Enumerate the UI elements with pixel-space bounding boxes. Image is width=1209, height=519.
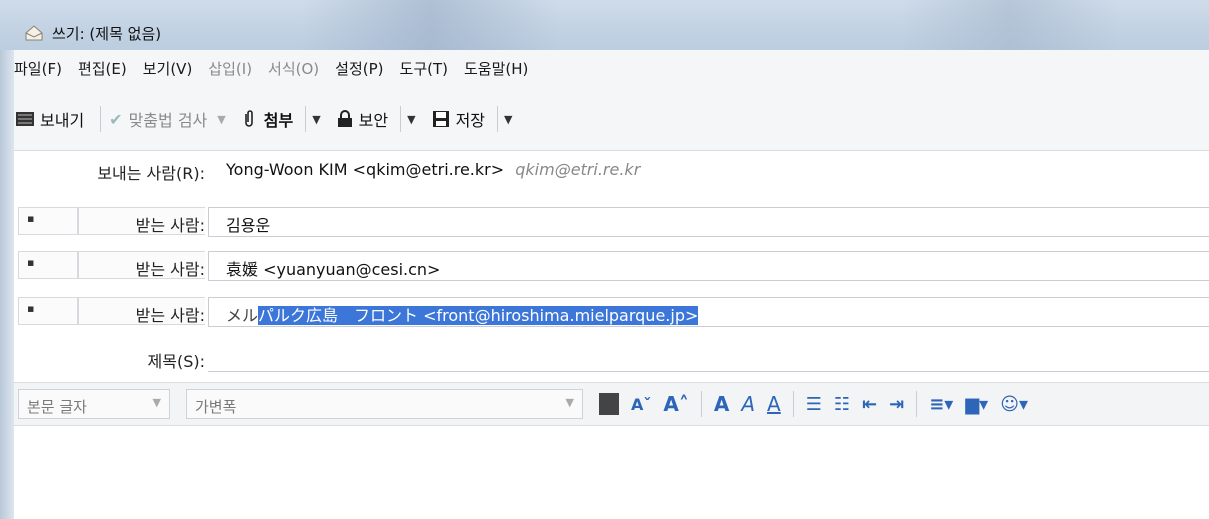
compose-icon — [25, 25, 43, 41]
menu-file[interactable]: 파일(F) — [14, 58, 62, 84]
subject-row: 제목(S): — [14, 340, 1209, 374]
paperclip-icon — [244, 110, 253, 127]
checkmark-icon: ✔ — [109, 109, 123, 129]
window-title: 쓰기: (제목 없음) — [52, 25, 162, 43]
menu-help[interactable]: 도움말(H) — [464, 58, 528, 84]
from-field[interactable]: Yong-Woon KIM <qkim@etri.re.kr> qkim@etr… — [226, 160, 640, 179]
security-button[interactable]: 보안 — [337, 107, 388, 131]
indent-icon[interactable]: ⇥ — [889, 394, 904, 415]
font-select[interactable]: 가변폭 ▼ — [186, 389, 583, 419]
recipient-type-dropdown[interactable]: ▪ — [18, 207, 78, 235]
send-icon — [16, 112, 34, 126]
bullet-list-icon[interactable]: ☰ — [806, 394, 822, 415]
menu-format[interactable]: 서식(O) — [268, 58, 319, 84]
spellcheck-label: 맞춤법 검사 — [128, 111, 208, 130]
selected-text: パルク広島 フロント <front@hiroshima.mielparque.j… — [258, 306, 699, 325]
save-dropdown-icon[interactable]: ▼ — [504, 113, 512, 126]
format-icons: Aˇ A˄ A A A ☰ ☷ ⇤ ⇥ ≡▾ ▆▾ ☺▾ — [599, 389, 1040, 419]
message-body[interactable] — [14, 426, 1209, 519]
menu-toolbar-area: 파일(F) 편집(E) 보기(V) 삽입(I) 서식(O) 설정(P) 도구(T… — [14, 50, 1209, 151]
to-label: 받는 사람: — [135, 260, 205, 279]
attach-dropdown-icon[interactable]: ▼ — [312, 113, 320, 126]
recipient-type-dropdown[interactable]: ▪ — [18, 297, 78, 325]
format-toolbar: 본문 글자 ▼ 가변폭 ▼ Aˇ A˄ A A A ☰ ☷ ⇤ ⇥ ≡▾ ▆▾ … — [14, 382, 1209, 426]
title-bar: 쓰기: (제목 없음) — [0, 0, 1209, 50]
font-smaller-icon[interactable]: Aˇ — [631, 395, 651, 414]
text-color-icon[interactable] — [599, 393, 619, 415]
paragraph-format-select[interactable]: 본문 글자 ▼ — [18, 389, 170, 419]
toolbar: 보내기 ✔ 맞춤법 검사 ▼ 첨부 ▼ 보안 ▼ 저장 ▼ — [14, 102, 519, 136]
bullet-icon: ▪ — [27, 212, 35, 225]
to-value-3: メルパルク広島 フロント <front@hiroshima.mielparque… — [226, 302, 699, 326]
to-field-1[interactable] — [208, 207, 1209, 237]
from-value: Yong-Woon KIM <qkim@etri.re.kr> — [226, 160, 505, 179]
font-larger-icon[interactable]: A˄ — [663, 392, 688, 416]
font-value: 가변폭 — [195, 398, 237, 416]
bullet-icon: ▪ — [27, 256, 35, 269]
menu-insert[interactable]: 삽입(I) — [208, 58, 252, 84]
smiley-icon[interactable]: ☺▾ — [1000, 394, 1028, 415]
to-value-1: 김용운 — [226, 216, 271, 235]
save-label: 저장 — [455, 111, 486, 130]
spellcheck-button[interactable]: ✔ 맞춤법 검사 — [109, 107, 207, 131]
recipient-type-dropdown[interactable]: ▪ — [18, 251, 78, 279]
insert-icon[interactable]: ▆▾ — [965, 394, 988, 415]
save-icon — [432, 111, 449, 127]
chevron-down-icon: ▼ — [152, 396, 161, 409]
attach-label: 첨부 — [263, 111, 294, 130]
italic-icon[interactable]: A — [741, 392, 755, 416]
to-row-3: ▪ 받는 사람: メルパルク広島 フロント <front@hiroshima.m… — [14, 294, 1209, 328]
bullet-icon: ▪ — [27, 302, 35, 315]
subject-field[interactable] — [208, 343, 1209, 372]
menu-bar: 파일(F) 편집(E) 보기(V) 삽입(I) 서식(O) 설정(P) 도구(T… — [14, 58, 544, 84]
bold-icon[interactable]: A — [714, 392, 729, 416]
menu-edit[interactable]: 편집(E) — [78, 58, 127, 84]
menu-options[interactable]: 설정(P) — [335, 58, 383, 84]
spellcheck-dropdown-icon[interactable]: ▼ — [217, 113, 225, 126]
security-dropdown-icon[interactable]: ▼ — [407, 113, 415, 126]
from-hint: qkim@etri.re.kr — [515, 160, 641, 179]
from-row: 보내는 사람(R): Yong-Woon KIM <qkim@etri.re.k… — [14, 152, 1209, 186]
chevron-down-icon: ▼ — [565, 396, 574, 409]
to-value-2: 袁媛 <yuanyuan@cesi.cn> — [226, 260, 441, 279]
to-row-1: ▪ 받는 사람: 김용운 — [14, 204, 1209, 238]
to-label: 받는 사람: — [135, 216, 205, 235]
lock-icon — [337, 110, 352, 127]
numbered-list-icon[interactable]: ☷ — [834, 394, 850, 415]
menu-tools[interactable]: 도구(T) — [400, 58, 448, 84]
compose-window: 파일(F) 편집(E) 보기(V) 삽입(I) 서식(O) 설정(P) 도구(T… — [14, 50, 1209, 519]
send-label: 보내기 — [40, 111, 85, 130]
to-prefix: メル — [226, 306, 259, 325]
security-label: 보안 — [358, 111, 389, 130]
outdent-icon[interactable]: ⇤ — [862, 394, 877, 415]
from-label: 보내는 사람(R): — [97, 164, 205, 183]
save-button[interactable]: 저장 — [432, 107, 485, 131]
align-icon[interactable]: ≡▾ — [929, 394, 953, 415]
menu-view[interactable]: 보기(V) — [143, 58, 193, 84]
paragraph-format-value: 본문 글자 — [27, 398, 87, 416]
underline-icon[interactable]: A — [767, 392, 781, 416]
subject-label: 제목(S): — [147, 352, 205, 371]
attach-button[interactable]: 첨부 — [242, 107, 293, 131]
to-label: 받는 사람: — [135, 306, 205, 325]
to-row-2: ▪ 받는 사람: 袁媛 <yuanyuan@cesi.cn> — [14, 248, 1209, 282]
send-button[interactable]: 보내기 — [14, 107, 84, 131]
